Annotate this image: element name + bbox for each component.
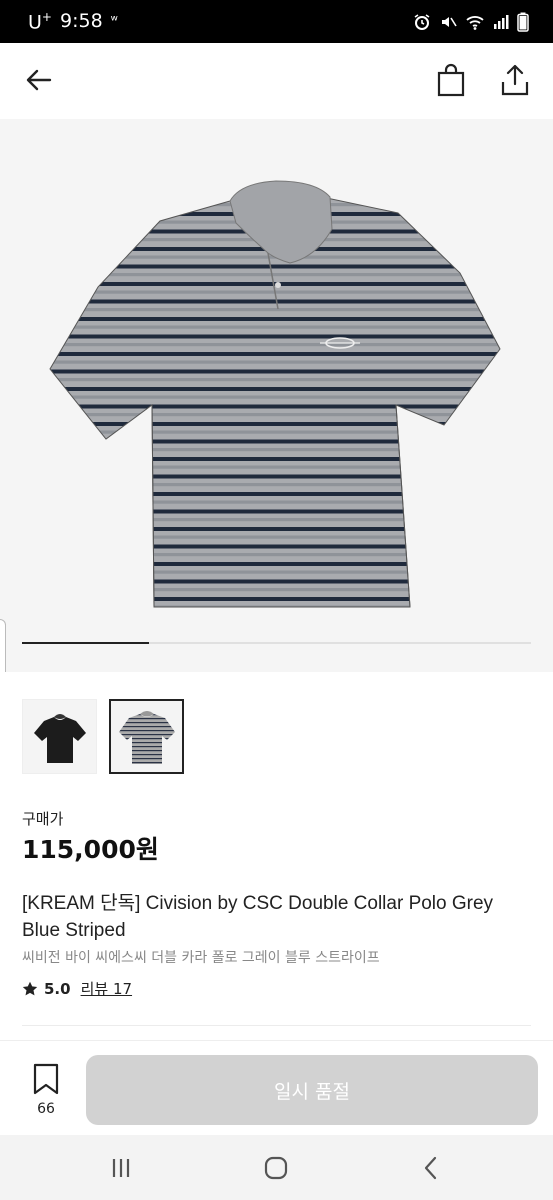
- back-arrow-icon[interactable]: [22, 63, 56, 97]
- shopping-bag-icon[interactable]: [434, 62, 468, 98]
- grey-striped-polo-thumbnail-image: [118, 710, 175, 764]
- star-icon: [22, 981, 38, 995]
- divider: [22, 1025, 531, 1026]
- grey-striped-polo-thumbnail[interactable]: [109, 699, 184, 774]
- soldout-button[interactable]: 일시 품절: [86, 1055, 538, 1125]
- wifi-icon: [466, 15, 484, 30]
- notification-icon: ʷ: [110, 13, 118, 30]
- back-nav-icon[interactable]: [416, 1153, 446, 1183]
- bookmark-icon: [33, 1063, 59, 1095]
- product-price: 115,000원: [22, 835, 159, 864]
- wishlist-count: 66: [37, 1101, 55, 1117]
- black-polo-thumbnail[interactable]: [22, 699, 97, 774]
- recent-apps-icon[interactable]: [106, 1153, 136, 1183]
- rating-score: 5.0: [44, 979, 71, 998]
- image-page-indicator-fill: [22, 642, 150, 644]
- scroll-handle[interactable]: [0, 619, 6, 672]
- battery-icon: [517, 12, 529, 32]
- signal-icon: [494, 14, 509, 29]
- image-page-indicator: [22, 642, 531, 644]
- price-label: 구매가: [22, 810, 64, 828]
- black-polo-thumbnail-image: [33, 713, 86, 763]
- mute-icon: [442, 16, 457, 27]
- app-header: [0, 43, 553, 119]
- alarm-icon: [414, 13, 430, 30]
- clock: 9:58: [59, 10, 103, 33]
- status-bar: U+ 9:58 ʷ: [0, 0, 553, 43]
- thumbnail-list: [22, 699, 184, 774]
- share-icon[interactable]: [498, 62, 532, 98]
- product-title-korean: 씨비전 바이 씨에스씨 더블 카라 폴로 그레이 블루 스트라이프: [22, 950, 380, 966]
- reviews-link[interactable]: 리뷰 17: [81, 978, 132, 999]
- carrier-label: U+: [28, 9, 52, 34]
- rating-row: 5.0 리뷰 17: [22, 978, 132, 999]
- system-navigation-bar: [0, 1135, 553, 1200]
- product-image-carousel[interactable]: [0, 119, 553, 672]
- home-icon[interactable]: [261, 1153, 291, 1183]
- wishlist-button[interactable]: 66: [22, 1063, 70, 1117]
- product-title: [KREAM 단독] Civision by CSC Double Collar…: [22, 893, 494, 941]
- product-image: [49, 180, 501, 608]
- bottom-action-bar: 66 일시 품절: [0, 1040, 553, 1135]
